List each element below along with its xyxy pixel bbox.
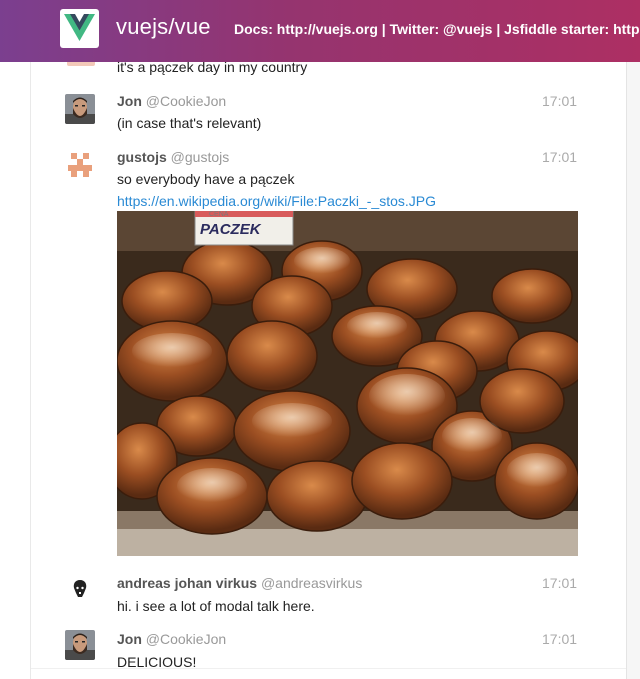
sign-label-top: CENA: [209, 211, 229, 218]
message-image[interactable]: CENA PACZEK: [117, 211, 578, 556]
chat-message-list[interactable]: it's a pączek day in my country Jon @Coo…: [30, 62, 627, 679]
message-text: so everybody have a pączek: [117, 171, 295, 187]
vue-logo-icon[interactable]: [60, 9, 99, 48]
author-name[interactable]: andreas johan virkus: [117, 575, 257, 591]
author-handle[interactable]: @CookieJon: [146, 93, 226, 109]
author-handle[interactable]: @andreasvirkus: [261, 575, 362, 591]
room-name[interactable]: vuejs/vue: [116, 14, 211, 40]
message-author: Jon @CookieJon: [117, 93, 226, 109]
message-text: it's a pączek day in my country: [117, 62, 308, 75]
message-text: hi. i see a lot of modal talk here.: [117, 598, 315, 614]
avatar[interactable]: [65, 94, 95, 124]
author-handle[interactable]: @gustojs: [171, 149, 230, 165]
message-author: Jon @CookieJon: [117, 631, 226, 647]
avatar[interactable]: [65, 630, 95, 660]
message-author: andreas johan virkus @andreasvirkus: [117, 575, 362, 591]
message-time[interactable]: 17:01: [542, 149, 577, 165]
avatar[interactable]: [65, 574, 95, 604]
chat-message: it's a pączek day in my country: [31, 62, 627, 86]
sign-label: PACZEK: [200, 221, 262, 238]
author-name[interactable]: gustojs: [117, 149, 167, 165]
author-handle[interactable]: @CookieJon: [146, 631, 226, 647]
chat-message: Jon @CookieJon 17:01 (in case that's rel…: [31, 90, 627, 140]
chat-message: andreas johan virkus @andreasvirkus 17:0…: [31, 570, 627, 620]
divider: [31, 668, 627, 669]
message-time[interactable]: 17:01: [542, 575, 577, 591]
chat-scrollbar[interactable]: [626, 62, 640, 679]
message-text: (in case that's relevant): [117, 115, 262, 131]
author-name[interactable]: Jon: [117, 93, 142, 109]
message-link[interactable]: https://en.wikipedia.org/wiki/File:Paczk…: [117, 193, 436, 209]
message-time[interactable]: 17:01: [542, 631, 577, 647]
chat-message: gustojs @gustojs 17:01 so everybody have…: [31, 146, 627, 556]
message-author: gustojs @gustojs: [117, 149, 229, 165]
avatar[interactable]: [67, 62, 95, 66]
avatar[interactable]: [65, 150, 95, 180]
room-topic: Docs: http://vuejs.org | Twitter: @vuejs…: [234, 21, 640, 37]
message-time[interactable]: 17:01: [542, 93, 577, 109]
author-name[interactable]: Jon: [117, 631, 142, 647]
room-header: vuejs/vue Docs: http://vuejs.org | Twitt…: [0, 0, 640, 62]
